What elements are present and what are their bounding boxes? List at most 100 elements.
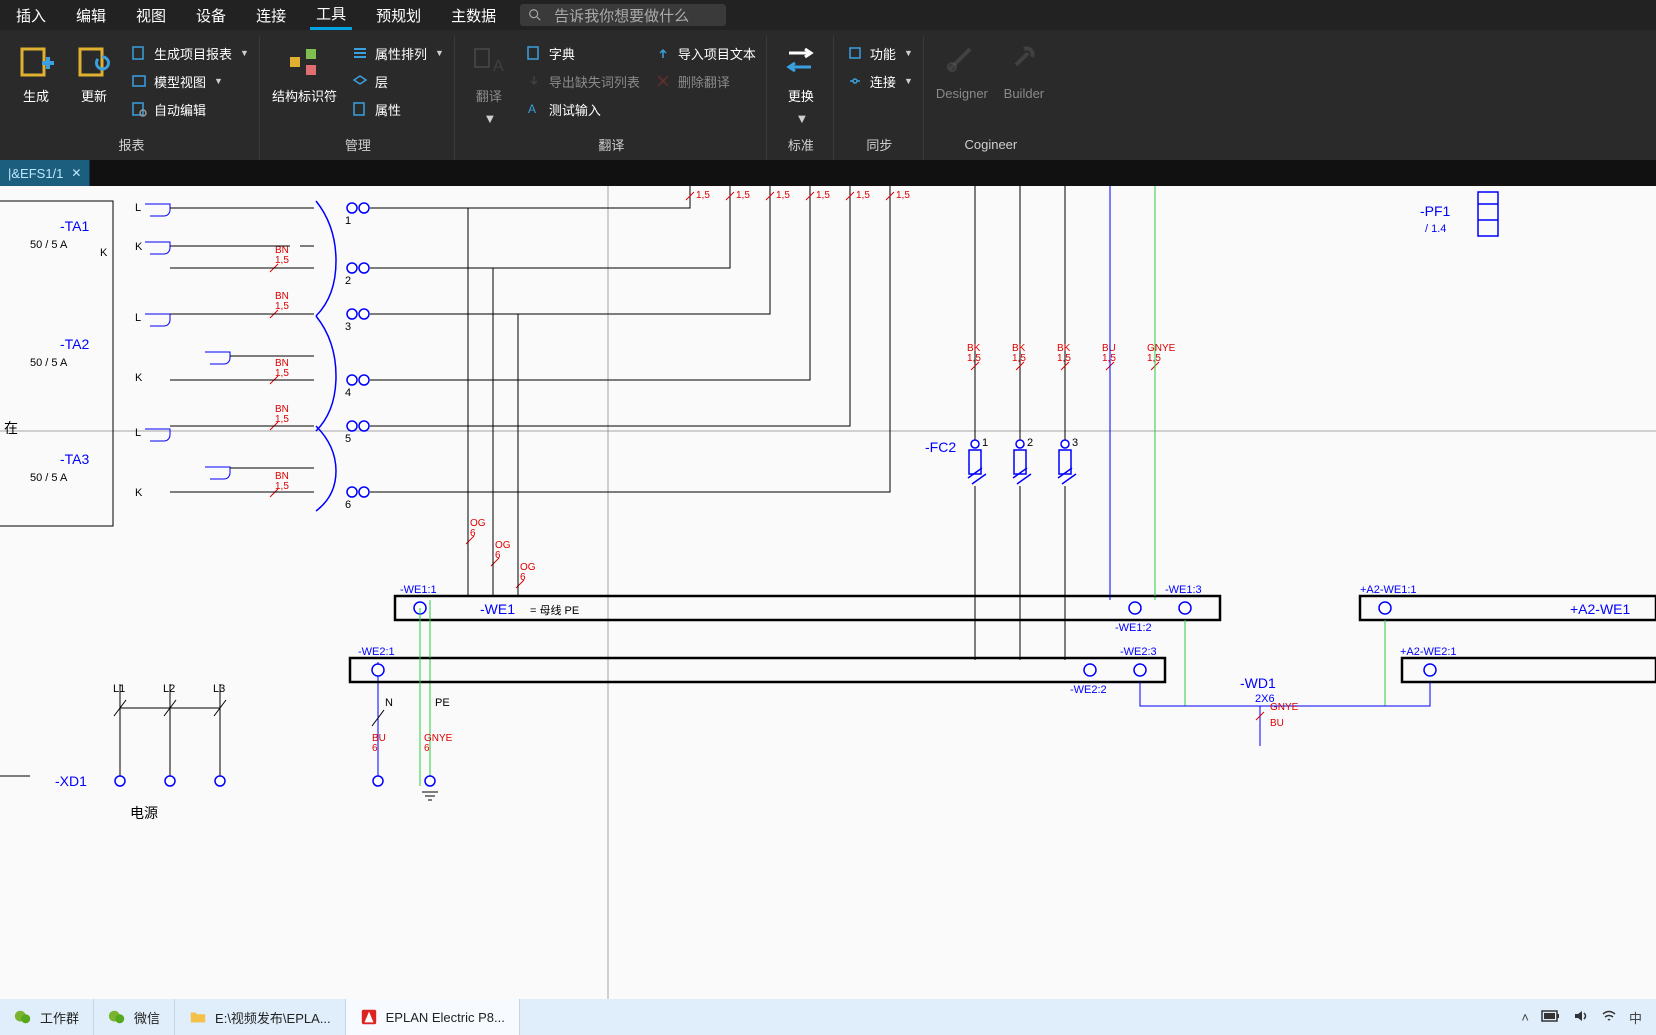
menu-insert[interactable]: 插入 — [10, 2, 52, 29]
svg-text:/ 1.4: / 1.4 — [1425, 223, 1446, 235]
btn-delete-translation: 删除翻译 — [654, 70, 756, 92]
svg-text:+A2-WE1:1: +A2-WE1:1 — [1360, 584, 1417, 596]
tray-wifi-icon[interactable] — [1601, 1008, 1617, 1027]
svg-text:1,5: 1,5 — [736, 190, 750, 201]
svg-text:50 / 5 A: 50 / 5 A — [30, 357, 68, 369]
menu-view[interactable]: 视图 — [130, 2, 172, 29]
btn-dictionary[interactable]: 字典 — [525, 42, 640, 64]
btn-builder: Builder — [1002, 42, 1046, 101]
svg-text:-TA2: -TA2 — [60, 336, 90, 352]
svg-text:-TA3: -TA3 — [60, 451, 90, 467]
svg-text:-XD1: -XD1 — [55, 773, 87, 789]
svg-text:-WE2:1: -WE2:1 — [358, 646, 395, 658]
svg-text:-PF1: -PF1 — [1420, 203, 1451, 219]
chevron-down-icon: ▼ — [435, 48, 444, 58]
svg-text:50 / 5 A: 50 / 5 A — [30, 472, 68, 484]
btn-translate: A 翻译▼ — [467, 42, 511, 126]
menubar: 插入 编辑 视图 设备 连接 工具 预规划 主数据 告诉我你想要做什么 — [0, 0, 1656, 30]
svg-text:-WE1: -WE1 — [480, 601, 515, 617]
svg-text:3: 3 — [345, 321, 351, 333]
svg-text:L3: L3 — [213, 683, 225, 695]
btn-function[interactable]: 功能▼ — [846, 42, 913, 64]
svg-text:-WD1: -WD1 — [1240, 675, 1276, 691]
svg-text:电源: 电源 — [130, 805, 158, 821]
document-tab[interactable]: |&EFS1/1 ✕ — [0, 160, 90, 186]
folder-icon — [189, 1008, 207, 1026]
btn-auto-edit[interactable]: 自动编辑 — [130, 98, 249, 120]
block-ta3: -TA3 50 / 5 A L K — [30, 427, 230, 499]
svg-text:1,5: 1,5 — [816, 190, 830, 201]
svg-text:2: 2 — [1027, 437, 1033, 449]
svg-text:1,5: 1,5 — [856, 190, 870, 201]
svg-text:-FC2: -FC2 — [925, 439, 956, 455]
block-ta2: -TA2 50 / 5 A L K — [30, 312, 230, 384]
taskbar-item-eplan[interactable]: EPLAN Electric P8... — [346, 999, 520, 1035]
menu-connect[interactable]: 连接 — [250, 2, 292, 29]
btn-structure-id[interactable]: 结构标识符 — [272, 42, 337, 105]
svg-text:1,5: 1,5 — [696, 190, 710, 201]
tray-volume-icon[interactable] — [1573, 1008, 1589, 1027]
search-input[interactable]: 告诉我你想要做什么 — [520, 4, 726, 26]
svg-text:-WE2:3: -WE2:3 — [1120, 646, 1157, 658]
group-label-cogineer: Cogineer — [964, 132, 1017, 156]
taskbar: 工作群 微信 E:\视频发布\EPLA... EPLAN Electric P8… — [0, 999, 1656, 1035]
search-icon — [528, 8, 542, 22]
svg-text:PE: PE — [435, 697, 450, 709]
svg-text:1: 1 — [345, 215, 351, 227]
menu-preplan[interactable]: 预规划 — [370, 2, 427, 29]
svg-text:6: 6 — [345, 499, 351, 511]
chevron-down-icon: ▼ — [214, 76, 223, 86]
btn-prop-arrange[interactable]: 属性排列▼ — [351, 42, 444, 64]
btn-connection[interactable]: 连接▼ — [846, 70, 913, 92]
svg-text:L: L — [135, 427, 141, 439]
tab-title: |&EFS1/1 — [8, 166, 63, 181]
taskbar-item-explorer[interactable]: E:\视频发布\EPLA... — [175, 999, 346, 1035]
svg-text:1,5: 1,5 — [896, 190, 910, 201]
btn-import-project-text[interactable]: 导入项目文本 — [654, 42, 756, 64]
svg-text:1: 1 — [982, 437, 988, 449]
menu-master[interactable]: 主数据 — [445, 2, 502, 29]
btn-layers[interactable]: 层 — [351, 70, 444, 92]
group-cogineer: Designer Builder Cogineer — [926, 36, 1056, 160]
chevron-down-icon: ▼ — [240, 48, 249, 58]
btn-generate[interactable]: 生成 — [14, 42, 58, 105]
menu-edit[interactable]: 编辑 — [70, 2, 112, 29]
svg-text:A: A — [528, 102, 536, 116]
svg-text:6: 6 — [424, 743, 430, 754]
switch-bank: BN1,5 BN1,5 BN1,5 BN1,5 BN1,5 1 — [170, 201, 369, 511]
taskbar-item-workgroup[interactable]: 工作群 — [0, 999, 94, 1035]
tray-battery-icon[interactable] — [1541, 1010, 1561, 1025]
btn-test-input[interactable]: A测试输入 — [525, 98, 640, 120]
tray-chevron-icon[interactable]: ˄ — [1521, 1010, 1529, 1025]
system-tray[interactable]: ˄ 中 — [1507, 1008, 1656, 1027]
svg-text:L: L — [135, 202, 141, 214]
group-label-standard: 标准 — [788, 132, 814, 156]
tray-ime[interactable]: 中 — [1629, 1008, 1642, 1027]
svg-text:-WE2:2: -WE2:2 — [1070, 684, 1107, 696]
group-label-manage: 管理 — [345, 132, 371, 156]
menu-tools[interactable]: 工具 — [310, 0, 352, 30]
taskbar-item-wechat[interactable]: 微信 — [94, 999, 175, 1035]
btn-properties[interactable]: 属性 — [351, 98, 444, 120]
schematic-canvas[interactable]: 在 -TA1 50 / 5 A K L K -TA2 50 / 5 A L K … — [0, 186, 1656, 1005]
svg-text:-WE1:3: -WE1:3 — [1165, 584, 1202, 596]
svg-text:2: 2 — [345, 275, 351, 287]
btn-replace[interactable]: 更换▼ — [779, 42, 823, 126]
block-ta1: -TA1 50 / 5 A K L K — [30, 202, 170, 259]
btn-gen-project-report[interactable]: 生成项目报表▼ — [130, 42, 249, 64]
svg-text:A: A — [493, 58, 504, 75]
wechat-icon — [108, 1008, 126, 1026]
svg-text:5: 5 — [345, 433, 351, 445]
menu-device[interactable]: 设备 — [190, 2, 232, 29]
btn-model-view[interactable]: 模型视图▼ — [130, 70, 249, 92]
label-zai: 在 — [4, 420, 18, 436]
btn-update[interactable]: 更新 — [72, 42, 116, 105]
btn-designer: Designer — [936, 42, 988, 101]
eplan-icon — [360, 1008, 378, 1026]
group-reports: 生成 更新 生成项目报表▼ 模型视图▼ 自动编辑 报表 — [4, 36, 260, 160]
group-label-sync: 同步 — [866, 132, 892, 156]
svg-text:L2: L2 — [163, 683, 175, 695]
svg-text:L: L — [135, 312, 141, 324]
close-icon[interactable]: ✕ — [71, 166, 81, 180]
search-placeholder: 告诉我你想要做什么 — [548, 2, 695, 29]
